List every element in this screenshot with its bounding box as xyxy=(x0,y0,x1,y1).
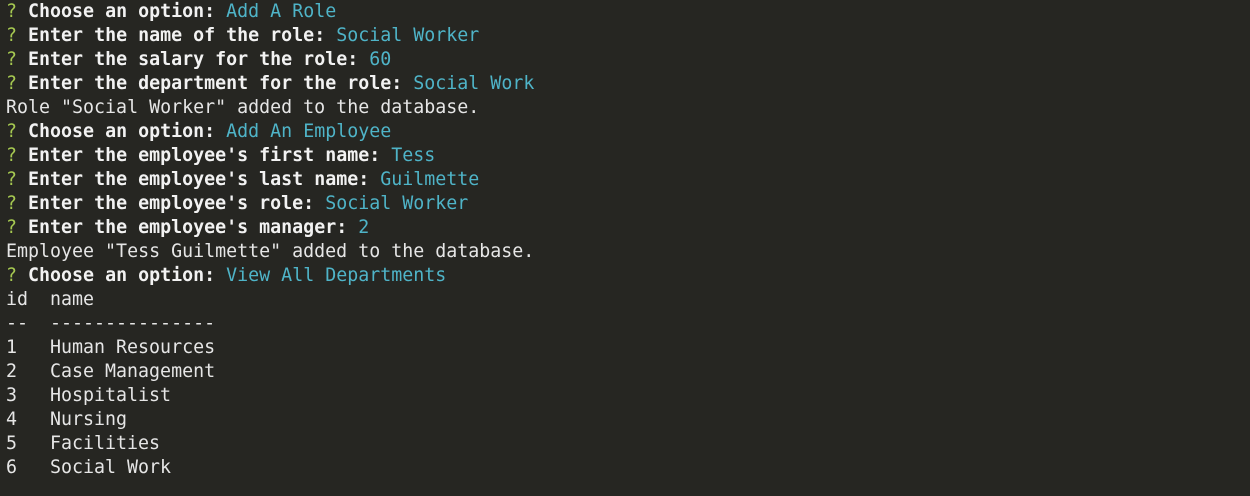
prompt-marker: ? xyxy=(6,73,18,94)
prompt-answer: Add A Role xyxy=(226,1,337,22)
terminal-output: ? Choose an option: Add A Role ? Enter t… xyxy=(6,0,1250,480)
table-header-id: id xyxy=(6,289,29,310)
prompt-line: ? Enter the employee's role: Social Work… xyxy=(6,192,1250,216)
prompt-answer: Social Work xyxy=(413,73,535,94)
prompt-marker: ? xyxy=(6,49,18,70)
table-cell-name: Nursing xyxy=(50,409,128,430)
prompt-marker: ? xyxy=(6,217,18,238)
table-cell-id: 4 xyxy=(6,409,18,430)
prompt-answer: Social Worker xyxy=(325,193,469,214)
prompt-marker: ? xyxy=(6,193,18,214)
prompt-line: ? Choose an option: Add An Employee xyxy=(6,120,1250,144)
table-row: 2 Case Management xyxy=(6,360,1250,384)
prompt-line: ? Enter the employee's manager: 2 xyxy=(6,216,1250,240)
prompt-marker: ? xyxy=(6,169,18,190)
prompt-line: ? Enter the department for the role: Soc… xyxy=(6,72,1250,96)
prompt-marker: ? xyxy=(6,25,18,46)
table-row: 4 Nursing xyxy=(6,408,1250,432)
prompt-answer: Guilmette xyxy=(380,169,480,190)
table-separator-name: --------------- xyxy=(50,313,216,334)
prompt-label: Enter the employee's first name: xyxy=(28,145,381,166)
output-line: Role "Social Worker" added to the databa… xyxy=(6,97,480,118)
table-cell-id: 3 xyxy=(6,385,18,406)
prompt-label: Enter the employee's role: xyxy=(28,193,315,214)
table-row: 6 Social Work xyxy=(6,456,1250,480)
table-row: 3 Hospitalist xyxy=(6,384,1250,408)
prompt-answer: View All Departments xyxy=(226,265,447,286)
table-cell-name: Human Resources xyxy=(50,337,216,358)
table-cell-name: Facilities xyxy=(50,433,161,454)
table-separator-id: -- xyxy=(6,313,29,334)
table-cell-name: Case Management xyxy=(50,361,216,382)
prompt-marker: ? xyxy=(6,121,18,142)
table-header-name: name xyxy=(50,289,95,310)
table-cell-name: Social Work xyxy=(50,457,172,478)
output-line: Employee "Tess Guilmette" added to the d… xyxy=(6,241,535,262)
prompt-label: Enter the salary for the role: xyxy=(28,49,359,70)
table-header: id name xyxy=(6,288,1250,312)
prompt-marker: ? xyxy=(6,265,18,286)
prompt-line: ? Enter the employee's first name: Tess xyxy=(6,144,1250,168)
prompt-line: ? Choose an option: View All Departments xyxy=(6,264,1250,288)
table-cell-id: 1 xyxy=(6,337,18,358)
table-cell-id: 6 xyxy=(6,457,18,478)
prompt-label: Choose an option: xyxy=(28,265,216,286)
prompt-label: Enter the name of the role: xyxy=(28,25,326,46)
prompt-marker: ? xyxy=(6,1,18,22)
prompt-answer: Social Worker xyxy=(336,25,480,46)
prompt-marker: ? xyxy=(6,145,18,166)
prompt-label: Enter the department for the role: xyxy=(28,73,403,94)
prompt-line: ? Choose an option: Add A Role xyxy=(6,0,1250,24)
table-cell-id: 2 xyxy=(6,361,18,382)
table-row: 5 Facilities xyxy=(6,432,1250,456)
prompt-answer: 60 xyxy=(369,49,392,70)
prompt-label: Choose an option: xyxy=(28,1,216,22)
prompt-answer: Add An Employee xyxy=(226,121,392,142)
prompt-answer: Tess xyxy=(391,145,436,166)
table-row: 1 Human Resources xyxy=(6,336,1250,360)
prompt-answer: 2 xyxy=(358,217,370,238)
prompt-label: Choose an option: xyxy=(28,121,216,142)
prompt-label: Enter the employee's last name: xyxy=(28,169,370,190)
prompt-label: Enter the employee's manager: xyxy=(28,217,348,238)
prompt-line: ? Enter the employee's last name: Guilme… xyxy=(6,168,1250,192)
prompt-line: ? Enter the name of the role: Social Wor… xyxy=(6,24,1250,48)
table-cell-name: Hospitalist xyxy=(50,385,172,406)
prompt-line: ? Enter the salary for the role: 60 xyxy=(6,48,1250,72)
table-cell-id: 5 xyxy=(6,433,18,454)
table-separator: -- --------------- xyxy=(6,312,1250,336)
